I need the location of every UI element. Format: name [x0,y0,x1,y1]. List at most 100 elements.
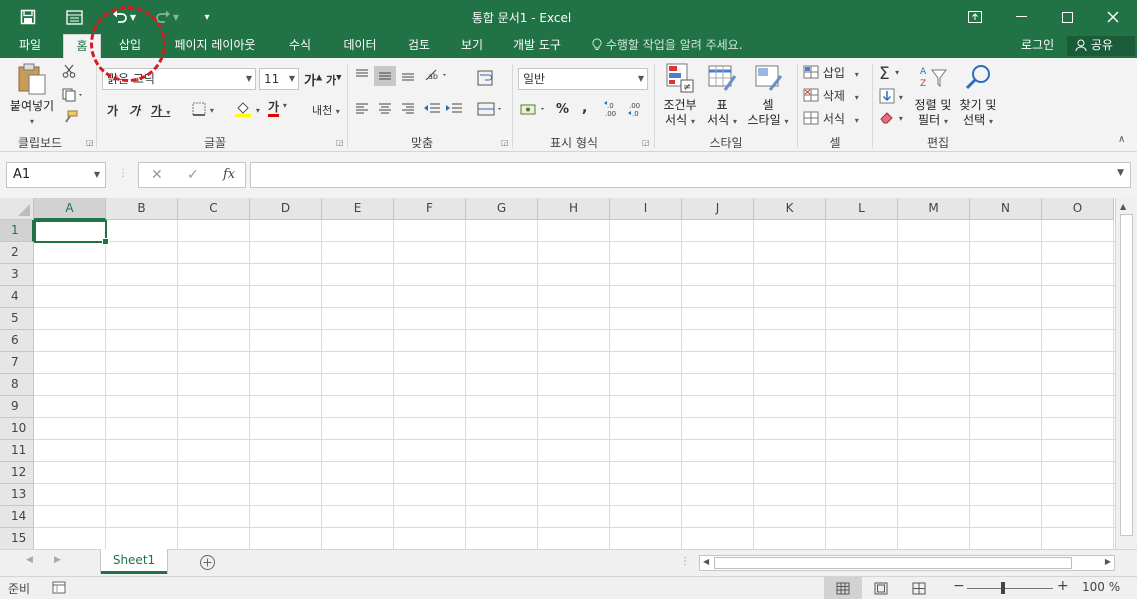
select-all-button[interactable] [0,198,34,220]
prev-sheet-icon[interactable]: ◀ [26,555,33,565]
sheet-tab[interactable]: Sheet1 [101,549,167,574]
column-header[interactable]: D [250,198,322,220]
column-header[interactable]: C [178,198,250,220]
italic-button[interactable]: 가 [129,102,140,119]
column-header[interactable]: A [34,198,106,220]
row-header[interactable]: 11 [0,440,34,462]
active-cell[interactable] [34,220,109,245]
conditional-formatting-button[interactable]: ≠ 조건부 서식 ▾ [658,62,702,129]
decrease-font-size-button[interactable]: 가▼ [326,72,342,88]
fill-color-button[interactable]: ▾ [234,100,260,121]
close-button[interactable] [1090,0,1136,34]
zoom-in-button[interactable]: + [1057,578,1069,594]
copy-icon[interactable] [62,88,84,105]
tab-view[interactable]: 보기 [451,34,493,58]
align-right-button[interactable] [400,102,416,119]
collapse-ribbon-icon[interactable]: ∧ [1118,134,1125,145]
macro-record-icon[interactable] [52,581,66,597]
insert-function-button[interactable]: fx [223,167,235,182]
wrap-text-button[interactable] [477,70,493,89]
sort-filter-button[interactable]: AZ 정렬 및 필터 ▾ [910,62,956,129]
paste-button[interactable]: 붙여넣기 ▾ [6,62,58,129]
column-header[interactable]: L [826,198,898,220]
tab-review[interactable]: 검토 [398,34,440,58]
name-box[interactable]: A1 ▼ [6,162,106,188]
merge-center-button[interactable] [477,102,505,119]
horizontal-scroll-thumb[interactable] [714,557,1072,569]
dialog-launcher-icon[interactable]: ◲ [642,138,650,147]
horizontal-scrollbar[interactable]: ◀ ▶ [699,555,1115,571]
vertical-scroll-thumb[interactable] [1120,214,1133,536]
next-sheet-icon[interactable]: ▶ [54,555,61,565]
increase-indent-button[interactable] [445,102,463,119]
column-header[interactable]: I [610,198,682,220]
number-format-combo[interactable]: 일반 ▼ [518,68,648,90]
dialog-launcher-icon[interactable]: ◲ [501,138,509,147]
dialog-launcher-icon[interactable]: ◲ [86,138,94,147]
align-bottom-button[interactable] [400,68,416,85]
scroll-up-icon[interactable]: ▲ [1120,202,1126,211]
row-header[interactable]: 8 [0,374,34,396]
row-header[interactable]: 2 [0,242,34,264]
column-header[interactable]: E [322,198,394,220]
row-header[interactable]: 14 [0,506,34,528]
accounting-format-button[interactable] [520,102,550,119]
increase-decimal-button[interactable]: .0.00 [604,100,624,121]
tab-developer[interactable]: 개발 도구 [504,34,570,58]
sign-in-link[interactable]: 로그인 [1021,34,1054,58]
row-header[interactable]: 7 [0,352,34,374]
tab-formulas[interactable]: 수식 [278,34,322,58]
minimize-button[interactable] [998,0,1044,34]
new-sheet-button[interactable] [199,554,216,574]
increase-font-size-button[interactable]: 가▲ [304,70,322,89]
expand-formula-icon[interactable]: ▼ [1117,168,1124,178]
zoom-slider-handle[interactable] [1001,582,1005,594]
format-as-table-button[interactable]: 표 서식 ▾ [700,62,744,129]
decrease-decimal-button[interactable]: .00.0 [628,100,648,121]
find-select-button[interactable]: 찾기 및 선택 ▾ [956,62,1000,129]
enter-icon[interactable]: ✓ [187,167,199,183]
zoom-out-button[interactable]: − [953,578,965,594]
column-header[interactable]: J [682,198,754,220]
normal-view-button[interactable] [824,577,862,599]
format-cells-button[interactable]: 서식 ▾ [803,110,859,127]
orientation-button[interactable]: ab [424,68,450,85]
tab-page-layout[interactable]: 페이지 레이아웃 [164,34,266,58]
row-header[interactable]: 4 [0,286,34,308]
column-header[interactable]: B [106,198,178,220]
zoom-level[interactable]: 100 % [1082,580,1120,594]
row-header[interactable]: 9 [0,396,34,418]
row-header[interactable]: 6 [0,330,34,352]
align-top-button[interactable] [354,68,370,85]
delete-cells-button[interactable]: 삭제 ▾ [803,87,859,104]
align-left-button[interactable] [354,102,370,119]
row-header[interactable]: 10 [0,418,34,440]
fill-button[interactable]: ▾ [879,88,903,107]
column-header[interactable]: O [1042,198,1114,220]
align-center-button[interactable] [377,102,393,119]
ribbon-display-options-icon[interactable] [952,0,998,34]
scroll-left-icon[interactable]: ◀ [703,557,709,566]
page-layout-view-button[interactable] [862,577,900,599]
share-button[interactable]: 공유 [1067,36,1135,56]
column-header[interactable]: H [538,198,610,220]
row-header[interactable]: 5 [0,308,34,330]
cell-area[interactable] [34,220,1115,549]
cell-styles-button[interactable]: 셀 스타일 ▾ [742,62,794,129]
column-header[interactable]: K [754,198,826,220]
row-header[interactable]: 12 [0,462,34,484]
scroll-right-icon[interactable]: ▶ [1105,557,1111,566]
column-header[interactable]: M [898,198,970,220]
phonetic-guide-button[interactable]: 내천 ▾ [312,102,340,118]
cut-icon[interactable] [62,64,76,81]
autosum-button[interactable]: Σ ▾ [879,64,899,84]
bold-button[interactable]: 가 [107,102,118,119]
row-header[interactable]: 1 [0,220,34,242]
clear-button[interactable]: ▾ [879,110,903,127]
page-break-view-button[interactable] [900,577,938,599]
column-header[interactable]: N [970,198,1042,220]
maximize-button[interactable] [1044,0,1090,34]
percent-style-button[interactable]: % [556,102,569,117]
dialog-launcher-icon[interactable]: ◲ [336,138,344,147]
tab-data[interactable]: 데이터 [334,34,386,58]
